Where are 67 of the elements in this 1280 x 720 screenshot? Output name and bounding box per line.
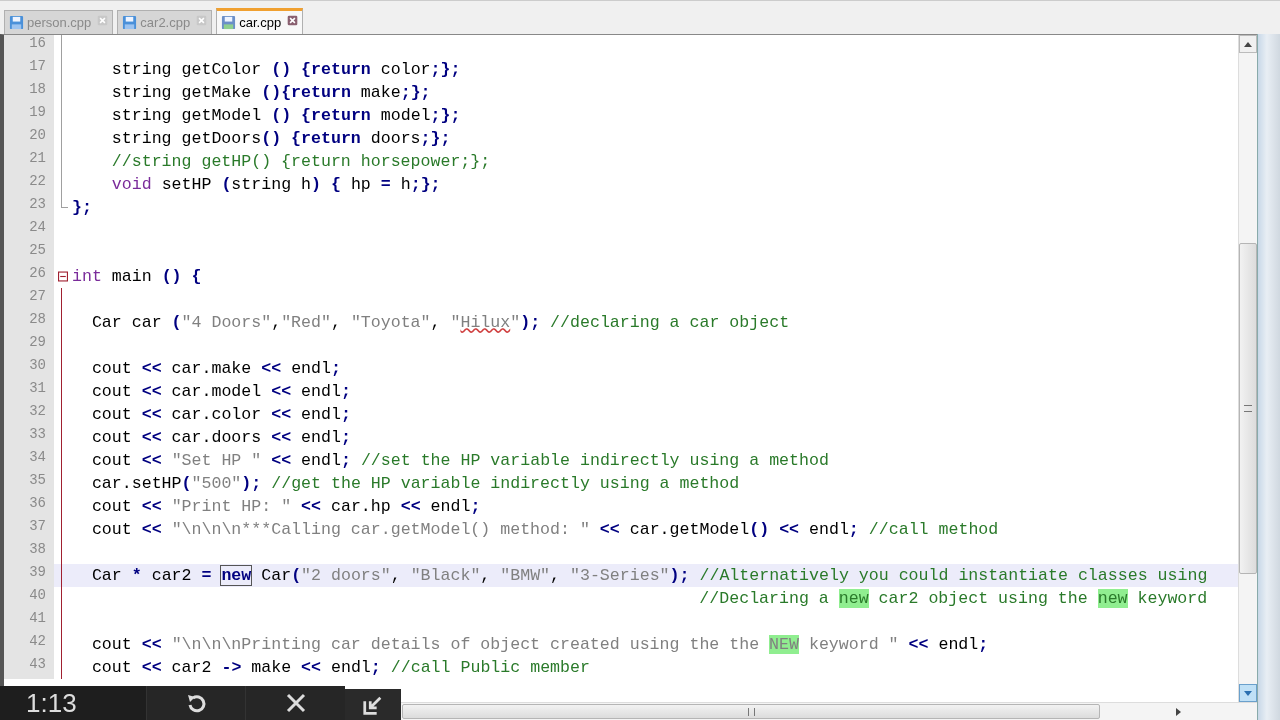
code-line: //string getHP() {return horsepower;}; — [110, 151, 491, 172]
line-number: 20 — [4, 127, 54, 150]
line-number: 37 — [4, 518, 54, 541]
line-number: 16 — [4, 35, 54, 58]
code-line: cout << "Print HP: " << car.hp << endl; — [90, 496, 481, 517]
scrollbar-thumb[interactable] — [402, 704, 1100, 719]
line-number: 34 — [4, 449, 54, 472]
code-line: string getModel () {return model;}; — [110, 105, 461, 126]
line-number: 19 — [4, 104, 54, 127]
editor-tab[interactable]: car2.cpp — [117, 10, 213, 34]
code-line: cout << car2 -> make << endl; //call Public member — [90, 657, 590, 678]
code-line: car.setHP("500"); //get the HP variable indirectly using a method — [90, 473, 740, 494]
vertical-scrollbar[interactable] — [1238, 35, 1257, 702]
line-number: 42 — [4, 633, 54, 656]
scrollbar-thumb[interactable] — [1239, 243, 1257, 574]
code-line: cout << "\n\n\nPrinting car details of object created using the the NEW keyword " << endl; — [90, 634, 989, 655]
close-icon — [287, 15, 299, 26]
line-number: 22 — [4, 173, 54, 196]
line-number: 30 — [4, 357, 54, 380]
line-number: 31 — [4, 380, 54, 403]
code-line: cout << car.color << endl; — [90, 404, 351, 425]
line-number: 36 — [4, 495, 54, 518]
code-line: cout << car.make << endl; — [90, 358, 341, 379]
line-number: 26 — [4, 265, 54, 288]
line-number: 25 — [4, 242, 54, 265]
code-line: cout << car.doors << endl; — [90, 427, 351, 448]
line-number: 27 — [4, 288, 54, 311]
video-time: 1:13 — [25, 687, 78, 720]
line-number: 33 — [4, 426, 54, 449]
line-number: 23 — [4, 196, 54, 219]
line-number: 24 — [4, 219, 54, 242]
line-number: 32 — [4, 403, 54, 426]
line-number: 39 — [4, 564, 54, 587]
scroll-down-button[interactable] — [1239, 684, 1257, 702]
line-number: 28 — [4, 311, 54, 334]
close-button[interactable] — [245, 686, 345, 720]
code-line: string getColor () {return color;}; — [110, 59, 461, 80]
line-number: 17 — [4, 58, 54, 81]
code-line: Car * car2 = new Car("2 doors", "Black", "BMW", "3-Series"); //Alternatively you could instantiate classes using — [90, 565, 1208, 586]
line-number: 38 — [4, 541, 54, 564]
line-number: 40 — [4, 587, 54, 610]
line-number: 21 — [4, 150, 54, 173]
right-arrow-icon — [1175, 707, 1181, 716]
line-number: 29 — [4, 334, 54, 357]
line-number: 18 — [4, 81, 54, 104]
close-icon — [97, 15, 109, 26]
line-number: 43 — [4, 656, 54, 679]
code-line: cout << "\n\n\n***Calling car.getModel() method: " << car.getModel() << endl; //call method — [90, 519, 999, 540]
popout-button[interactable] — [345, 689, 401, 720]
code-line: Car car ("4 Doors","Red", "Toyota", "Hilux"); //declaring a car object — [90, 312, 790, 333]
code-line: string getMake (){return make;}; — [110, 82, 431, 103]
down-arrow-icon — [1244, 690, 1252, 696]
code-line: string getDoors() {return doors;}; — [110, 128, 451, 149]
editor-tab[interactable]: car.cpp — [216, 8, 304, 34]
close-icon — [196, 15, 208, 26]
line-number: 35 — [4, 472, 54, 495]
code-line: }; — [72, 197, 92, 218]
code-line: int main () { — [72, 266, 202, 287]
replay-button[interactable] — [145, 686, 246, 720]
code-line: //Declaring a new car2 object using the new keyword — [698, 588, 1208, 609]
code-line: cout << car.model << endl; — [90, 381, 351, 402]
up-arrow-icon — [1244, 41, 1252, 47]
editor-tab[interactable]: person.cpp — [4, 10, 114, 34]
line-number: 41 — [4, 610, 54, 633]
code-line: void setHP (string h) { hp = h;}; — [110, 174, 441, 195]
scroll-up-button[interactable] — [1239, 35, 1257, 53]
code-line: cout << "Set HP " << endl; //set the HP variable indirectly using a method — [90, 450, 829, 471]
